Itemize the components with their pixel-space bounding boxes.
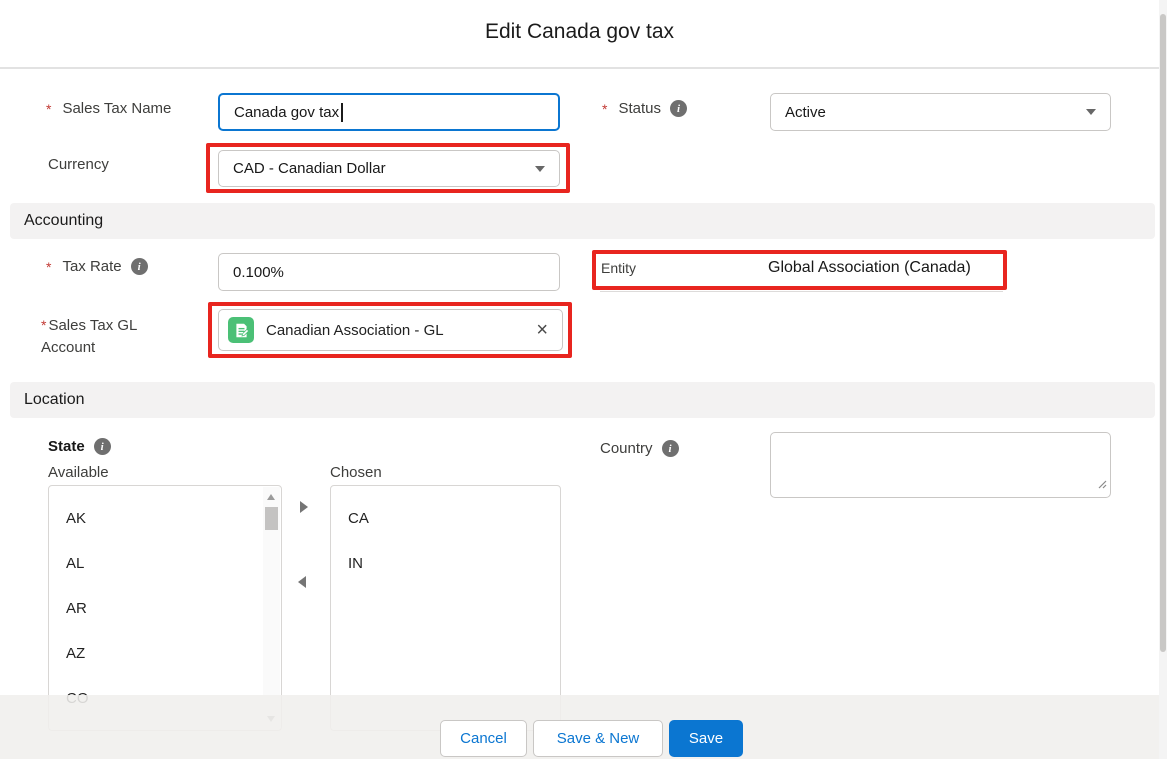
status-info-icon[interactable]: i [670,100,687,117]
country-info-icon[interactable]: i [662,440,679,457]
country-textarea[interactable] [770,432,1111,498]
available-option[interactable]: AR [49,586,281,631]
entity-label: Entity [601,260,636,276]
status-dropdown[interactable]: Active [770,93,1111,131]
chosen-label: Chosen [330,464,382,481]
tax-rate-info-icon[interactable]: i [131,258,148,275]
scrollbar-thumb[interactable] [265,507,278,530]
available-list-scrollbar[interactable] [263,487,280,729]
save-button[interactable]: Save [669,720,743,757]
page-title: Edit Canada gov tax [0,20,1159,44]
available-option[interactable]: AK [49,496,281,541]
entity-underline [600,291,1003,292]
currency-label: Currency [48,156,109,173]
move-to-available-button[interactable] [298,576,306,588]
gl-account-label: *Sales Tax GL Account [41,314,191,359]
state-info-icon[interactable]: i [94,438,111,455]
sales-tax-name-label: * Sales Tax Name [46,100,171,117]
tax-rate-input[interactable]: 0.100% [218,253,560,291]
cancel-button[interactable]: Cancel [440,720,527,757]
available-label: Available [48,464,109,481]
save-and-new-button[interactable]: Save & New [533,720,663,757]
remove-icon[interactable]: × [536,320,548,340]
chevron-down-icon [535,166,545,172]
state-label: State i [48,438,111,455]
resize-handle-icon[interactable] [1097,476,1107,494]
ledger-document-icon [228,317,254,343]
country-label: Country i [600,440,679,457]
entity-value: Global Association (Canada) [768,259,971,277]
header-divider [0,67,1159,69]
scrollbar-thumb[interactable] [1160,14,1166,652]
section-header-accounting: Accounting [10,203,1155,239]
chosen-option[interactable]: CA [331,496,560,541]
sales-tax-name-input[interactable]: Canada gov tax [218,93,560,131]
gl-account-lookup-pill[interactable]: Canadian Association - GL × [218,309,563,351]
move-to-chosen-button[interactable] [300,501,308,513]
chevron-down-icon [1086,109,1096,115]
chosen-option[interactable]: IN [331,541,560,586]
modal-footer: Cancel Save & New Save [0,695,1167,759]
gl-account-value: Canadian Association - GL [266,322,524,339]
available-option[interactable]: AZ [49,631,281,676]
status-label: * Status i [602,100,687,117]
available-option[interactable]: AL [49,541,281,586]
required-asterisk: * [46,101,51,117]
tax-rate-label: * Tax Rate i [46,258,148,275]
section-header-location: Location [10,382,1155,418]
scroll-up-icon[interactable] [267,494,275,500]
modal-scrollbar[interactable] [1159,0,1167,759]
text-caret [341,103,343,122]
currency-dropdown[interactable]: CAD - Canadian Dollar [218,150,560,187]
